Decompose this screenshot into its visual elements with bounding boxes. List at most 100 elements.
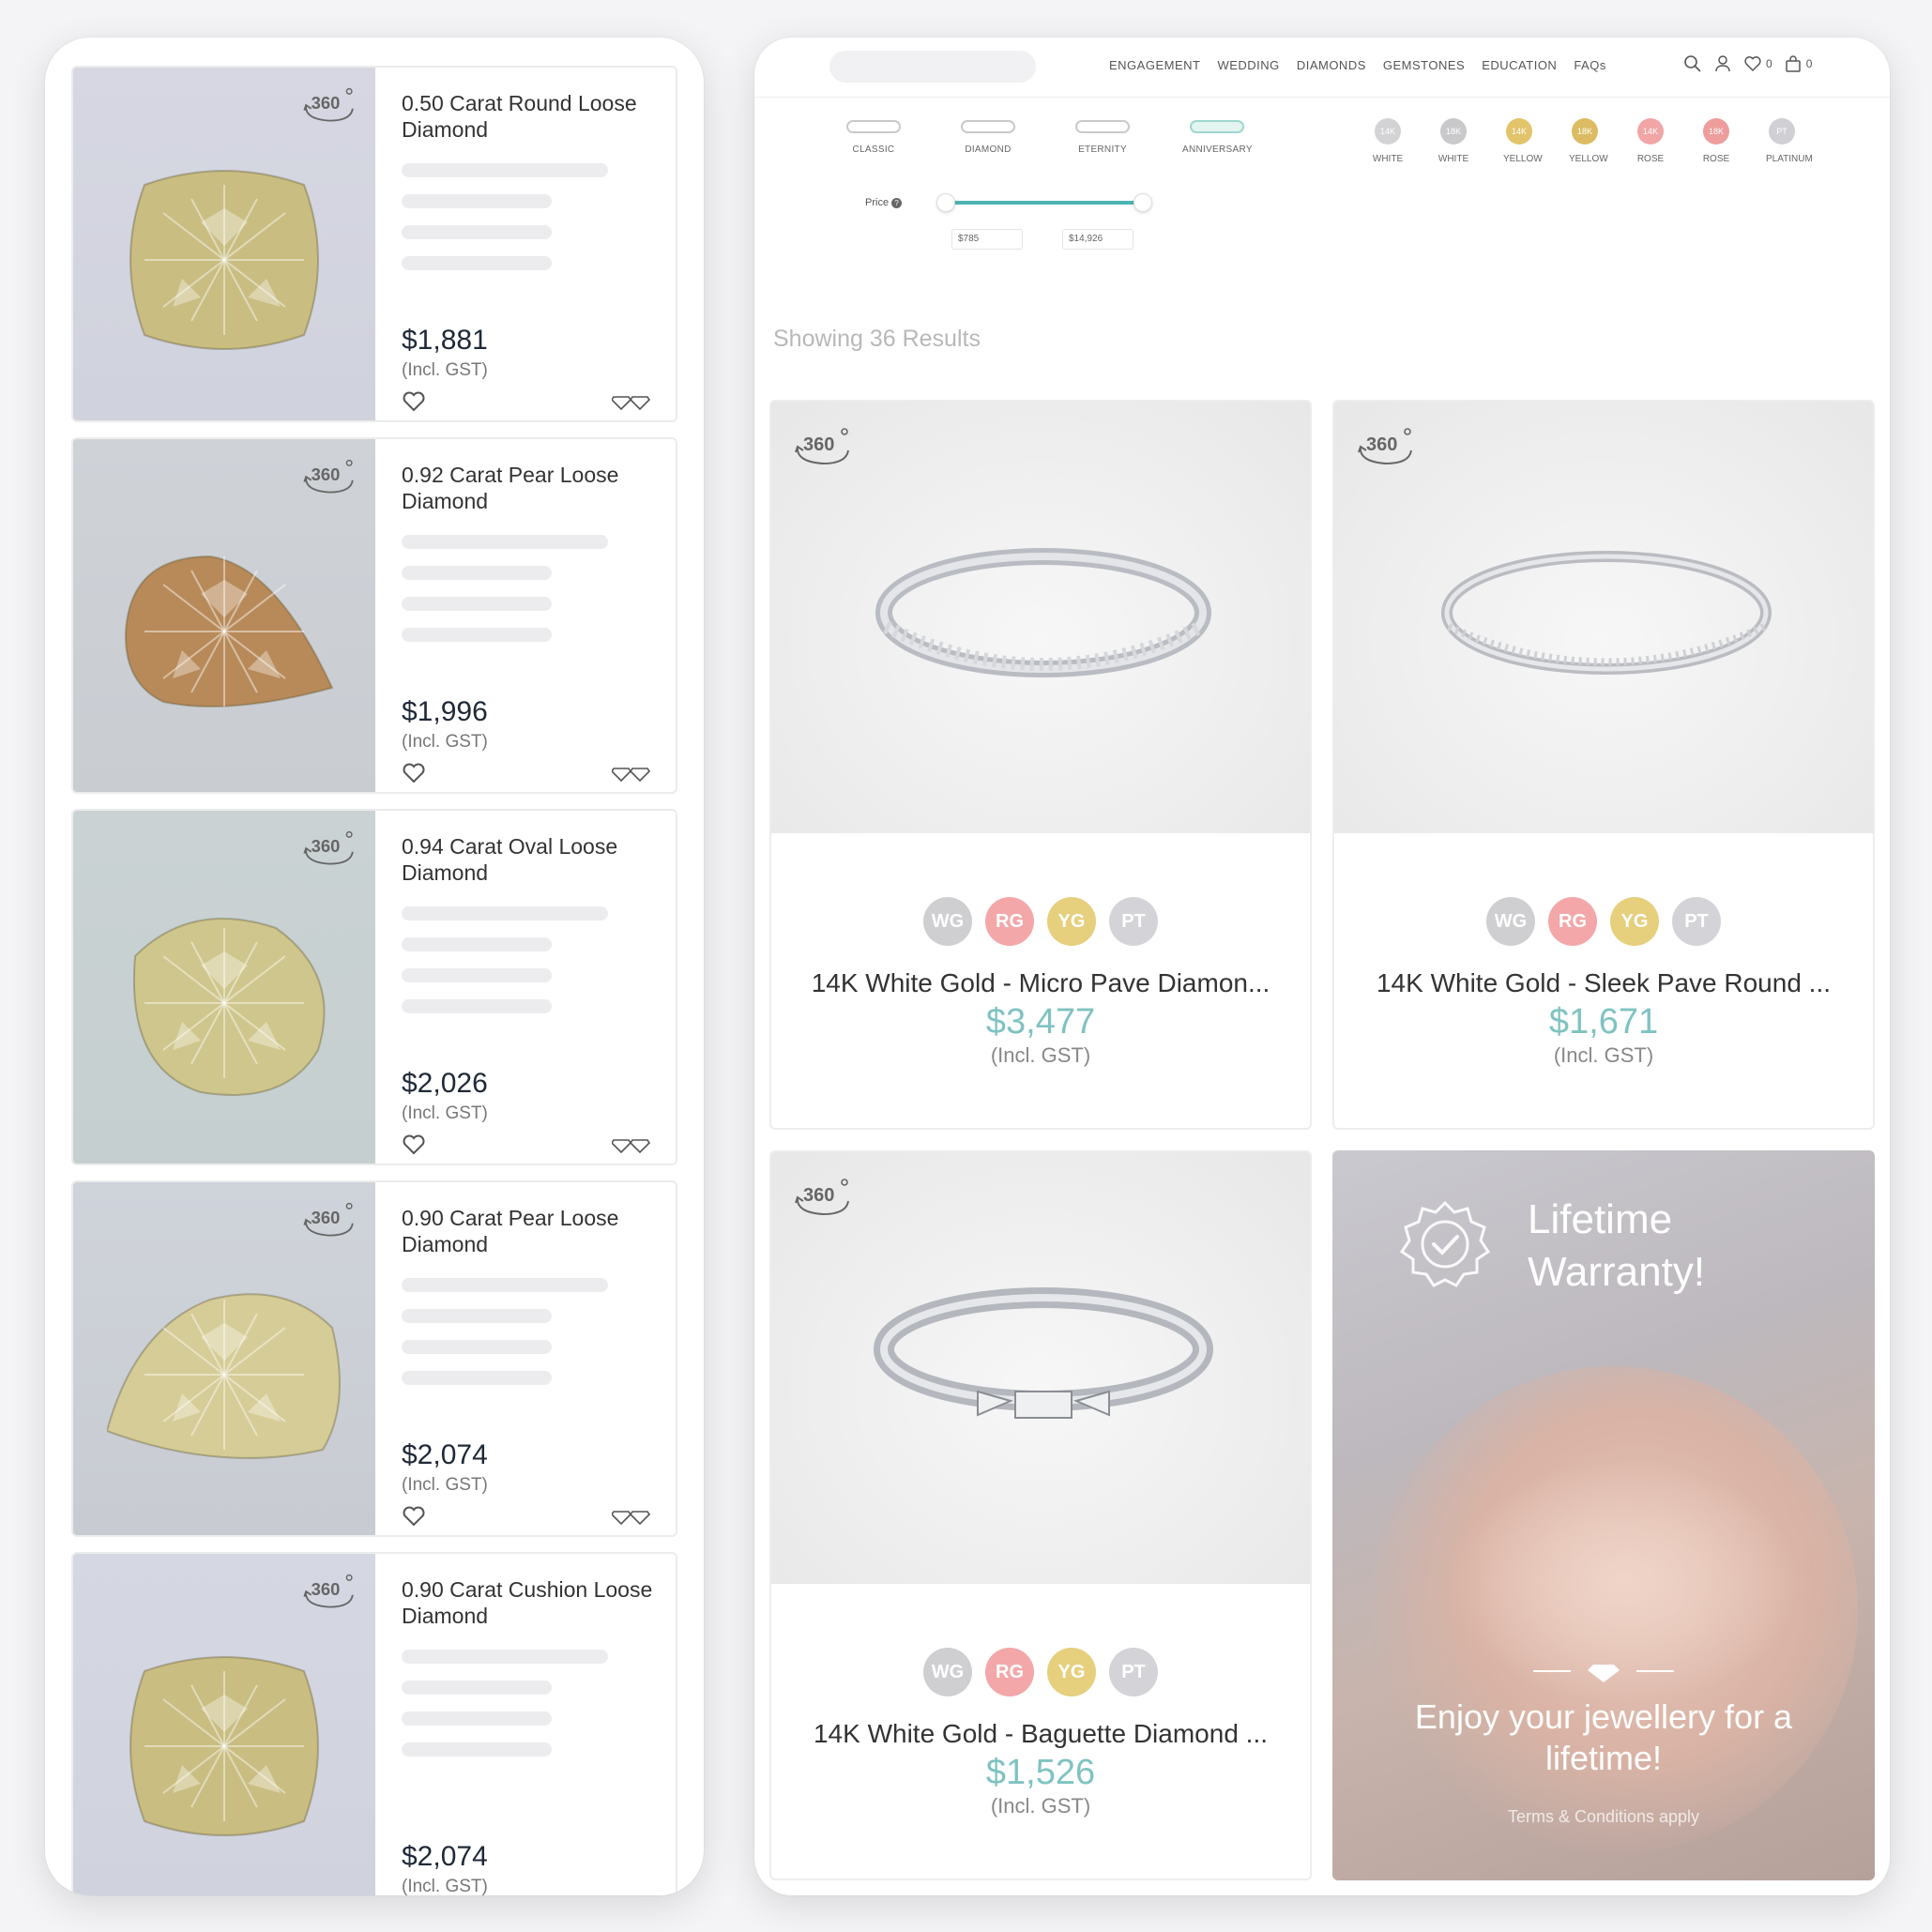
diamond-price: $2,074 [402, 1439, 488, 1470]
diamond-image[interactable]: 360 [73, 68, 375, 420]
rotate-360-icon[interactable]: 360 [300, 84, 358, 128]
nav-item-engagement[interactable]: ENGAGEMENT [1109, 58, 1200, 72]
loading-skeleton [402, 937, 552, 951]
product-price: $1,526 [985, 1753, 1096, 1792]
style-option-eternity[interactable]: ETERNITY [1068, 120, 1137, 155]
style-option-anniversary[interactable]: ANNIVERSARY [1182, 120, 1253, 155]
style-option-diamond[interactable]: DIAMOND [953, 120, 1023, 155]
diamond-price: $1,996 [402, 696, 488, 727]
cart-icon[interactable] [1784, 54, 1803, 73]
heart-icon[interactable] [402, 1505, 426, 1528]
diamond-title[interactable]: 0.50 Carat Round Loose Diamond [402, 90, 657, 143]
metal-swatch: 18K [1440, 118, 1467, 145]
price-max-input[interactable]: $14,926 [1062, 229, 1133, 250]
compare-diamond-icon[interactable] [612, 1135, 653, 1154]
account-icon[interactable] [1713, 54, 1732, 73]
metal-swatch-pt[interactable]: PT [1109, 897, 1158, 946]
badge-360-text: 360 [803, 434, 834, 455]
metal-swatch-wg[interactable]: WG [1486, 897, 1535, 946]
diamond-gst-note: (Incl. GST) [402, 1877, 488, 1895]
diamond-title[interactable]: 0.90 Carat Cushion Loose Diamond [402, 1576, 657, 1629]
loading-skeleton [402, 628, 552, 642]
metal-swatch-pt[interactable]: PT [1109, 1648, 1158, 1696]
metal-option[interactable]: 18K YELLOW [1569, 118, 1608, 164]
diamond-card[interactable]: 360 0.92 Carat Pear Loose Diamond $1,996… [71, 437, 677, 794]
compare-diamond-icon[interactable] [612, 764, 653, 783]
metal-swatch-yg[interactable]: YG [1610, 897, 1659, 946]
rotate-360-icon[interactable]: 360 [300, 456, 358, 499]
metal-option[interactable]: 14K ROSE [1635, 118, 1666, 164]
style-filter: CLASSIC DIAMOND ETERNITY ANNIVERSARY [839, 120, 1253, 155]
diamond-image[interactable]: 360 [73, 1182, 375, 1535]
metal-option[interactable]: 14K WHITE [1372, 118, 1404, 164]
price-slider-track[interactable] [942, 201, 1143, 205]
badge-360-text: 360 [312, 464, 341, 484]
heart-icon[interactable] [402, 390, 426, 413]
nav-item-gemstones[interactable]: GEMSTONES [1383, 58, 1465, 72]
metal-option[interactable]: 18K WHITE [1438, 118, 1469, 164]
product-title[interactable]: 14K White Gold - Micro Pave Diamon... [790, 968, 1291, 998]
ring-style-icon [846, 120, 901, 133]
nav-item-diamonds[interactable]: DIAMONDS [1297, 58, 1366, 72]
diamond-card[interactable]: 360 0.50 Carat Round Loose Diamond $1,88… [71, 66, 677, 422]
rotate-360-icon[interactable]: 360 [792, 424, 854, 471]
product-title[interactable]: 14K White Gold - Sleek Pave Round ... [1353, 968, 1854, 998]
diamond-title[interactable]: 0.94 Carat Oval Loose Diamond [402, 833, 657, 886]
nav-item-faqs[interactable]: FAQs [1574, 58, 1606, 72]
metal-option[interactable]: 18K ROSE [1700, 118, 1732, 164]
metal-swatch-rg[interactable]: RG [985, 1648, 1034, 1696]
metal-option[interactable]: 14K YELLOW [1503, 118, 1543, 164]
product-card[interactable]: 360 WG RG YG PT 14K White Gold - Baguette D… [769, 1150, 1312, 1880]
product-title[interactable]: 14K White Gold - Baguette Diamond ... [790, 1719, 1291, 1749]
diamond-card[interactable]: 360 0.90 Carat Pear Loose Diamond $2,074… [71, 1180, 677, 1537]
promo-terms-link[interactable]: Terms & Conditions apply [1332, 1807, 1875, 1827]
metal-option[interactable]: PT PLATINUM [1766, 118, 1813, 164]
metal-swatch-wg[interactable]: WG [923, 1648, 972, 1696]
metal-swatch-rg[interactable]: RG [985, 897, 1034, 946]
product-image[interactable]: 360 [771, 402, 1310, 833]
badge-360-text: 360 [803, 1185, 834, 1206]
diamond-title[interactable]: 0.92 Carat Pear Loose Diamond [402, 462, 657, 514]
metal-option-label: YELLOW [1503, 154, 1543, 164]
metal-swatch-pt[interactable]: PT [1672, 897, 1721, 946]
search-icon[interactable] [1683, 54, 1702, 73]
rotate-360-icon[interactable]: 360 [300, 828, 358, 871]
product-image[interactable]: 360 [1334, 402, 1873, 833]
brand-logo-placeholder[interactable] [829, 51, 1036, 83]
metal-swatch-yg[interactable]: YG [1047, 897, 1096, 946]
rotate-360-icon[interactable]: 360 [300, 1571, 358, 1614]
style-option-classic[interactable]: CLASSIC [839, 120, 908, 155]
compare-diamond-icon[interactable] [612, 1507, 653, 1526]
metal-swatch-wg[interactable]: WG [923, 897, 972, 946]
heart-icon[interactable] [402, 1133, 426, 1156]
rotate-360-icon[interactable]: 360 [1355, 424, 1417, 471]
price-slider-max-handle[interactable] [1133, 193, 1152, 212]
diamond-image[interactable]: 360 [73, 811, 375, 1164]
diamond-title[interactable]: 0.90 Carat Pear Loose Diamond [402, 1205, 657, 1257]
metal-swatch-rg[interactable]: RG [1548, 897, 1597, 946]
nav-item-wedding[interactable]: WEDDING [1217, 58, 1279, 72]
diamond-image[interactable]: 360 [73, 1554, 375, 1895]
promo-headline-line1: Lifetime [1528, 1196, 1673, 1242]
diamond-card[interactable]: 360 0.94 Carat Oval Loose Diamond $2,026… [71, 809, 677, 1165]
product-card[interactable]: 360 WG RG YG PT 14K White Gold - Sleek Pave… [1332, 400, 1875, 1130]
diamond-card[interactable]: 360 0.90 Carat Cushion Loose Diamond $2,… [71, 1552, 677, 1895]
product-gst-note: (Incl. GST) [990, 1794, 1091, 1818]
product-card[interactable]: 360 WG RG YG PT 14K White Gold - Micro Pave… [769, 400, 1312, 1130]
help-icon[interactable]: ? [891, 198, 903, 208]
price-min-input[interactable]: $785 [951, 229, 1023, 250]
diamond-gst-note: (Incl. GST) [402, 1475, 488, 1495]
metal-swatch-row: WG RG YG PT [1334, 897, 1873, 946]
diamond-image[interactable]: 360 [73, 439, 375, 792]
product-image[interactable]: 360 [771, 1152, 1310, 1584]
price-slider-min-handle[interactable] [936, 193, 955, 212]
heart-icon[interactable] [402, 762, 426, 784]
rotate-360-icon[interactable]: 360 [792, 1175, 854, 1222]
rotate-360-icon[interactable]: 360 [300, 1199, 358, 1242]
product-price: $3,477 [985, 1002, 1096, 1042]
wishlist-icon[interactable] [1743, 54, 1762, 73]
compare-diamond-icon[interactable] [612, 392, 653, 411]
metal-swatch-yg[interactable]: YG [1047, 1648, 1096, 1696]
nav-item-education[interactable]: EDUCATION [1482, 58, 1557, 72]
lifetime-warranty-banner[interactable]: Lifetime Warranty! Enjoy your jewellery … [1332, 1150, 1875, 1880]
